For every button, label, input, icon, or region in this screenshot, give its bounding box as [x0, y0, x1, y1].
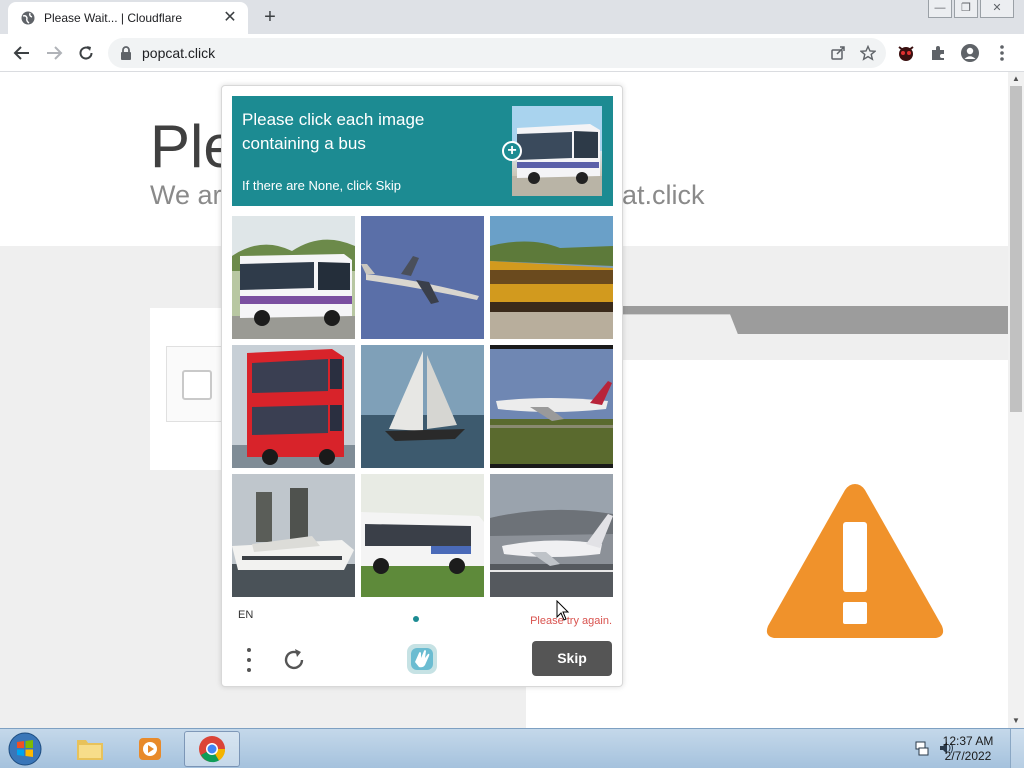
- menu-dot-icon: [247, 658, 251, 662]
- media-player-icon: [139, 738, 161, 760]
- progress-dot: [413, 616, 419, 622]
- folder-icon: [77, 740, 103, 760]
- captcha-hint-text: If there are None, click Skip: [242, 178, 401, 193]
- windows-logo-icon: [8, 732, 42, 766]
- captcha-prompt-text: Please click each image containing a bus: [242, 110, 425, 153]
- scroll-up-arrow-icon[interactable]: ▲: [1008, 72, 1024, 86]
- taskbar-explorer-button[interactable]: [62, 731, 118, 767]
- captcha-tile-2[interactable]: [361, 216, 484, 339]
- minimize-button[interactable]: —: [928, 0, 952, 18]
- reload-icon: [79, 46, 93, 60]
- browser-toolbar: popcat.click: [0, 34, 1024, 72]
- tab-strip: Please Wait... | Cloudflare ✕ + — ❐ ✕: [0, 0, 1024, 34]
- refresh-challenge-button[interactable]: [280, 646, 308, 679]
- menu-dot-icon: [247, 648, 251, 652]
- example-bus-image[interactable]: [512, 106, 602, 196]
- clock-time: 12:37 AM: [942, 734, 994, 748]
- share-icon[interactable]: [830, 45, 846, 66]
- close-window-button[interactable]: ✕: [980, 0, 1014, 18]
- captcha-tile-8[interactable]: [361, 474, 484, 597]
- chrome-icon: [199, 736, 226, 763]
- back-button[interactable]: [10, 41, 34, 65]
- tab-title: Please Wait... | Cloudflare: [44, 11, 183, 25]
- menu-kebab-icon[interactable]: [990, 41, 1014, 65]
- system-clock[interactable]: 12:37 AM 2/7/2022: [938, 734, 998, 764]
- reload-button[interactable]: [74, 41, 98, 65]
- captcha-menu-button[interactable]: [244, 646, 254, 674]
- captcha-challenge: Please click each image containing a bus…: [221, 85, 623, 687]
- refresh-icon: [284, 649, 304, 670]
- captcha-prompt-banner: Please click each image containing a bus…: [232, 96, 613, 206]
- language-selector[interactable]: EN: [238, 609, 253, 621]
- network-icon[interactable]: [914, 740, 930, 761]
- page-subheading-domain: at.click: [622, 180, 705, 210]
- window-controls: — ❐ ✕: [928, 0, 1014, 18]
- bookmark-star-icon[interactable]: [859, 44, 877, 66]
- captcha-tile-7[interactable]: [232, 474, 355, 597]
- taskbar: 12:37 AM 2/7/2022: [0, 728, 1024, 768]
- captcha-tile-1[interactable]: [232, 216, 355, 339]
- taskbar-chrome-button[interactable]: [184, 731, 240, 767]
- captcha-tile-4[interactable]: [232, 345, 355, 468]
- mouse-cursor-icon: [556, 599, 570, 627]
- challenge-checkbox[interactable]: [182, 370, 212, 400]
- back-arrow-icon: [13, 46, 29, 60]
- url-text: popcat.click: [142, 45, 216, 61]
- captcha-tile-3[interactable]: [490, 216, 613, 339]
- forward-arrow-icon: [47, 46, 63, 60]
- scroll-down-arrow-icon[interactable]: ▼: [1008, 714, 1024, 728]
- address-bar[interactable]: popcat.click: [108, 38, 886, 68]
- gray-banner: [622, 306, 1008, 334]
- tab-active[interactable]: Please Wait... | Cloudflare ✕: [8, 2, 248, 34]
- warning-icon: [764, 480, 946, 647]
- captcha-tile-9[interactable]: [490, 474, 613, 597]
- restore-button[interactable]: ❐: [954, 0, 978, 18]
- add-example-plus-icon[interactable]: +: [502, 141, 522, 161]
- page-subheading: We ar: [150, 180, 222, 210]
- start-button[interactable]: [6, 731, 44, 767]
- captcha-tile-6[interactable]: [490, 345, 613, 468]
- forward-button[interactable]: [42, 41, 66, 65]
- clock-date: 2/7/2022: [944, 749, 992, 763]
- profile-avatar-icon[interactable]: [958, 41, 982, 65]
- skip-button[interactable]: Skip: [532, 641, 612, 676]
- taskbar-media-player-button[interactable]: [122, 731, 178, 767]
- menu-dot-icon: [247, 668, 251, 672]
- scrollbar-thumb[interactable]: [1010, 86, 1022, 412]
- captcha-image-grid: [232, 216, 613, 597]
- show-desktop-button[interactable]: [1010, 729, 1024, 768]
- extensions-puzzle-icon[interactable]: [926, 41, 950, 65]
- globe-icon: [20, 10, 36, 26]
- new-tab-button[interactable]: +: [258, 6, 282, 30]
- error-message: Please try again.: [530, 615, 612, 627]
- hcaptcha-logo-icon[interactable]: [405, 642, 439, 681]
- extension-badge-icon[interactable]: [894, 41, 918, 65]
- close-tab-icon[interactable]: ✕: [222, 10, 238, 26]
- lock-icon[interactable]: [120, 46, 132, 60]
- captcha-tile-5[interactable]: [361, 345, 484, 468]
- page-scrollbar[interactable]: ▲ ▼: [1008, 72, 1024, 728]
